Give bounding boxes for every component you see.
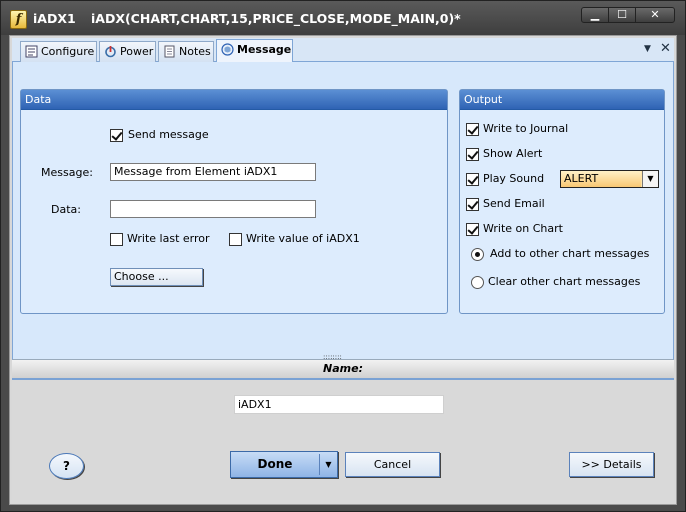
tab-notes-label: Notes — [179, 45, 211, 58]
play-sound-label: Play Sound — [483, 172, 545, 185]
write-on-chart-checkbox[interactable] — [466, 223, 479, 236]
data-label: Data: — [51, 203, 81, 216]
cancel-button[interactable]: Cancel — [345, 452, 440, 477]
notes-icon — [164, 45, 175, 58]
write-value-checkbox[interactable] — [229, 233, 242, 246]
message-icon — [221, 43, 234, 56]
send-email-label: Send Email — [483, 197, 545, 210]
clear-other-label: Clear other chart messages — [488, 275, 641, 288]
write-last-error-label: Write last error — [127, 232, 210, 245]
dialog-client-area: Configure Power Notes Message ▼ ✕ Data S… — [9, 35, 677, 505]
minimize-button[interactable]: ▁ — [581, 7, 609, 23]
tab-message-label: Message — [237, 43, 292, 56]
function-icon: f — [10, 10, 27, 29]
tab-notes[interactable]: Notes — [158, 41, 214, 62]
send-message-checkbox[interactable] — [110, 129, 123, 142]
message-input[interactable]: Message from Element iADX1 — [110, 163, 316, 181]
show-alert-checkbox[interactable] — [466, 148, 479, 161]
tab-message[interactable]: Message — [216, 39, 293, 63]
send-message-label: Send message — [128, 128, 209, 141]
output-group: Output Write to Journal Show Alert Play … — [459, 89, 665, 314]
add-to-other-label: Add to other chart messages — [490, 247, 650, 260]
tab-power[interactable]: Power — [99, 41, 156, 62]
details-button[interactable]: >> Details — [569, 452, 654, 477]
window-title-name: iADX1 — [33, 11, 76, 26]
help-button[interactable]: ? — [49, 453, 84, 479]
tab-strip: Configure Power Notes Message ▼ ✕ — [12, 38, 674, 63]
tab-configure[interactable]: Configure — [20, 41, 97, 62]
power-icon — [105, 46, 116, 58]
play-sound-checkbox[interactable] — [466, 173, 479, 186]
window-title-formula: iADX(CHART,CHART,15,PRICE_CLOSE,MODE_MAI… — [91, 11, 461, 26]
send-email-checkbox[interactable] — [466, 198, 479, 211]
tab-list-dropdown-icon[interactable]: ▼ — [644, 44, 651, 54]
write-to-journal-label: Write to Journal — [483, 122, 569, 135]
sound-select-value: ALERT — [561, 171, 641, 187]
write-on-chart-label: Write on Chart — [483, 222, 563, 235]
choose-button[interactable]: Choose ... — [110, 268, 203, 286]
show-alert-label: Show Alert — [483, 147, 543, 160]
element-editor-window: f iADX1 iADX(CHART,CHART,15,PRICE_CLOSE,… — [0, 0, 686, 512]
message-label: Message: — [41, 166, 93, 179]
clear-other-radio[interactable] — [471, 276, 484, 289]
done-dropdown-icon[interactable]: ▼ — [319, 454, 337, 475]
name-panel: Name: iADX1 ? Done ▼ Cancel >> Details — [12, 360, 674, 500]
tab-configure-label: Configure — [41, 45, 95, 58]
chevron-down-icon[interactable]: ▼ — [642, 171, 658, 187]
data-input[interactable] — [110, 200, 316, 218]
done-button[interactable]: Done ▼ — [230, 451, 338, 478]
sound-select[interactable]: ALERT ▼ — [560, 170, 659, 188]
done-button-label: Done — [257, 457, 293, 471]
element-name-input[interactable]: iADX1 — [234, 395, 444, 414]
message-tab-page: Data Send message Message: Message from … — [12, 62, 674, 354]
configure-icon — [25, 45, 38, 58]
name-header: Name: — [12, 360, 674, 380]
write-value-label: Write value of iADX1 — [246, 232, 360, 245]
write-to-journal-checkbox[interactable] — [466, 123, 479, 136]
add-to-other-radio[interactable] — [471, 248, 484, 261]
close-window-button[interactable]: ✕ — [635, 7, 675, 23]
tab-power-label: Power — [120, 45, 154, 58]
write-last-error-checkbox[interactable] — [110, 233, 123, 246]
title-bar[interactable]: f iADX1 iADX(CHART,CHART,15,PRICE_CLOSE,… — [1, 1, 685, 35]
output-group-header: Output — [460, 90, 664, 110]
maximize-button[interactable]: ☐ — [608, 7, 636, 23]
data-group: Data Send message Message: Message from … — [20, 89, 448, 314]
data-group-header: Data — [21, 90, 447, 110]
tab-close-icon[interactable]: ✕ — [660, 41, 671, 56]
